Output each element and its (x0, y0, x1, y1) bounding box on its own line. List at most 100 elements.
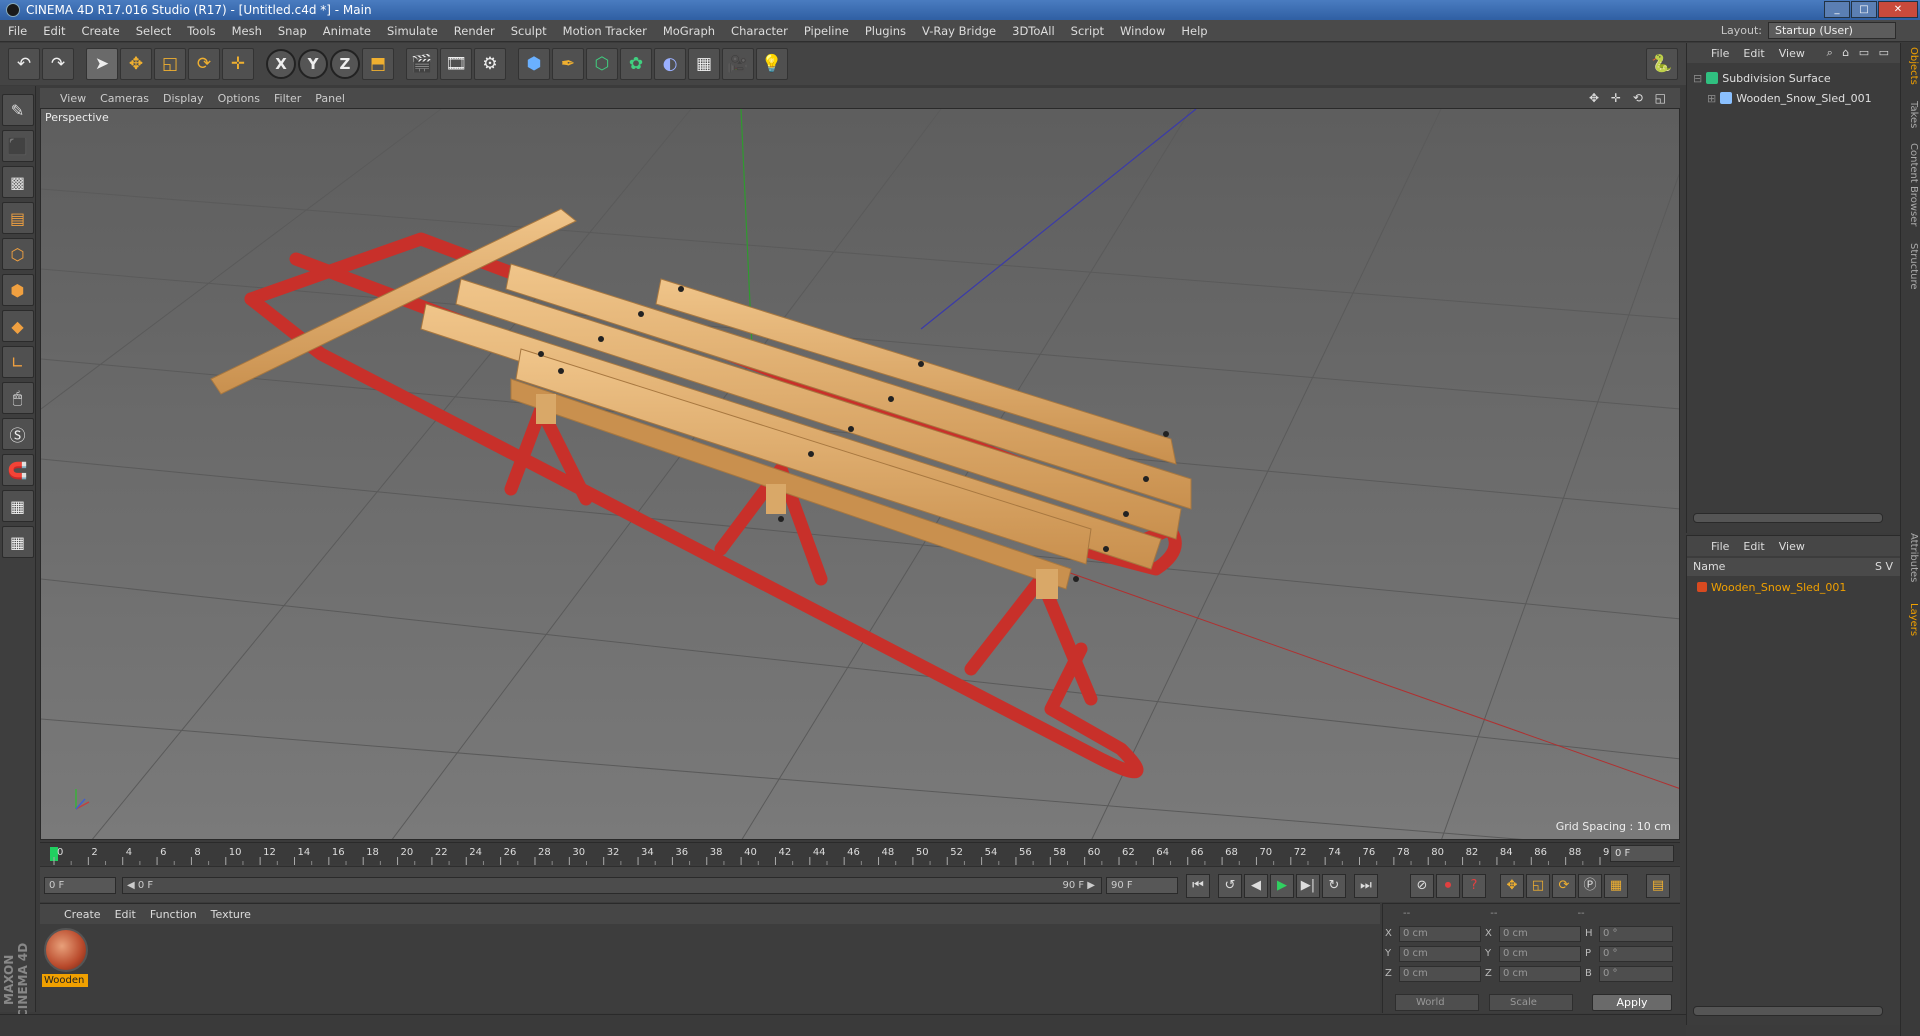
workplane-lock-icon[interactable]: ▦ (1, 490, 34, 522)
object-name[interactable]: Subdivision Surface (1722, 72, 1830, 85)
rotate-tool-icon[interactable]: ⟳ (188, 48, 220, 80)
start-frame-field[interactable]: 0 F (44, 877, 116, 894)
object-item-subdivision[interactable]: ⊟ Subdivision Surface (1693, 69, 1831, 87)
transform-tool-icon[interactable]: ✛ (222, 48, 254, 80)
menu-create[interactable]: Create (74, 24, 128, 38)
layers-scrollbar[interactable] (1693, 1006, 1883, 1016)
perspective-viewport[interactable]: Perspective Grid Spacing : 10 cm (40, 108, 1680, 840)
vp-menu-view[interactable]: View (60, 92, 86, 105)
y-axis-lock-icon[interactable]: Y (298, 49, 328, 79)
key-position-icon[interactable]: ✥ (1500, 874, 1524, 898)
menu-3dtoall[interactable]: 3DToAll (1004, 24, 1063, 38)
snap-magnet-icon[interactable]: 🧲 (1, 454, 34, 486)
model-mode-icon[interactable]: ⬛ (1, 130, 34, 162)
menu-help[interactable]: Help (1173, 24, 1215, 38)
autokey-icon[interactable]: ? (1462, 874, 1486, 898)
vp-menu-options[interactable]: Options (218, 92, 260, 105)
size-mode-select[interactable]: Scale (1489, 994, 1573, 1011)
mat-menu-texture[interactable]: Texture (211, 908, 251, 921)
select-arrow-icon[interactable]: ➤ (86, 48, 118, 80)
workplane-mode-icon[interactable]: ▤ (1, 202, 34, 234)
menu-character[interactable]: Character (723, 24, 796, 38)
menu-mograph[interactable]: MoGraph (655, 24, 723, 38)
record-active-icon[interactable]: ⏺ (1436, 874, 1460, 898)
z-axis-lock-icon[interactable]: Z (330, 49, 360, 79)
move-tool-icon[interactable]: ✥ (120, 48, 152, 80)
play-icon[interactable]: ▶ (1270, 874, 1294, 898)
tab-takes[interactable]: Takes (1903, 101, 1919, 128)
obj-menu-file[interactable]: File (1711, 47, 1729, 60)
scale-tool-icon[interactable]: ◱ (154, 48, 186, 80)
vp-menu-filter[interactable]: Filter (274, 92, 301, 105)
vp-menu-panel[interactable]: Panel (315, 92, 345, 105)
material-swatch[interactable] (44, 928, 88, 972)
layer-menu-file[interactable]: File (1711, 540, 1729, 553)
solo-mode-icon[interactable]: Ⓢ (1, 418, 34, 450)
position-y-field[interactable]: 0 cm (1399, 946, 1481, 962)
size-z-field[interactable]: 0 cm (1499, 966, 1581, 982)
render-picture-viewer-icon[interactable]: 🎞 (440, 48, 472, 80)
go-to-end-icon[interactable]: ⏭ (1354, 874, 1378, 898)
menu-edit[interactable]: Edit (35, 24, 73, 38)
mat-menu-function[interactable]: Function (150, 908, 197, 921)
next-key-icon[interactable]: ↻ (1322, 874, 1346, 898)
points-mode-icon[interactable]: ⬡ (1, 238, 34, 270)
menu-snap[interactable]: Snap (270, 24, 315, 38)
go-to-start-icon[interactable]: ⏮ (1186, 874, 1210, 898)
material-name-label[interactable]: Wooden (42, 974, 88, 987)
viewport-nav-icons[interactable]: ✥ ✛ ⟲ ◱ (1589, 91, 1670, 105)
objects-search-home-icons[interactable]: ⌕ ⌂ ▭ ▭ (1827, 46, 1892, 60)
object-item-sled[interactable]: ⊞ Wooden_Snow_Sled_001 (1707, 89, 1872, 107)
camera-icon[interactable]: 🎥 (722, 48, 754, 80)
minimize-button[interactable]: _ (1824, 1, 1850, 18)
menu-pipeline[interactable]: Pipeline (796, 24, 857, 38)
key-scale-icon[interactable]: ◱ (1526, 874, 1550, 898)
menu-script[interactable]: Script (1063, 24, 1112, 38)
tab-layers[interactable]: Layers (1903, 603, 1919, 636)
menu-window[interactable]: Window (1112, 24, 1173, 38)
key-pla-icon[interactable]: ▦ (1604, 874, 1628, 898)
rotation-p-field[interactable]: 0 ° (1599, 946, 1673, 962)
position-x-field[interactable]: 0 cm (1399, 926, 1481, 942)
coordinate-system-icon[interactable]: ⬒ (362, 48, 394, 80)
menu-sculpt[interactable]: Sculpt (503, 24, 555, 38)
tab-content-browser[interactable]: Content Browser (1903, 143, 1919, 226)
layout-select[interactable]: Startup (User) (1768, 22, 1896, 39)
axis-mode-icon[interactable]: ∟ (1, 346, 34, 378)
prev-key-icon[interactable]: ↺ (1218, 874, 1242, 898)
menu-mesh[interactable]: Mesh (224, 24, 270, 38)
menu-plugins[interactable]: Plugins (857, 24, 914, 38)
vp-menu-cameras[interactable]: Cameras (100, 92, 149, 105)
cloner-icon[interactable]: ✿ (620, 48, 652, 80)
key-parameter-icon[interactable]: Ⓟ (1578, 874, 1602, 898)
tab-attributes[interactable]: Attributes (1903, 533, 1919, 582)
key-rotation-icon[interactable]: ⟳ (1552, 874, 1576, 898)
rotation-b-field[interactable]: 0 ° (1599, 966, 1673, 982)
rotation-h-field[interactable]: 0 ° (1599, 926, 1673, 942)
objects-scrollbar[interactable] (1693, 513, 1883, 523)
record-disabled-icon[interactable]: ⊘ (1410, 874, 1434, 898)
layer-menu-view[interactable]: View (1779, 540, 1805, 553)
workplane-snap-icon[interactable]: ▦ (1, 526, 34, 558)
undo-icon[interactable]: ↶ (8, 48, 40, 80)
tab-structure[interactable]: Structure (1903, 243, 1919, 290)
tab-objects[interactable]: Objects (1903, 47, 1919, 85)
apply-button[interactable]: Apply (1592, 994, 1672, 1011)
current-frame-field[interactable]: 0 F (1610, 845, 1674, 862)
frame-range-slider[interactable]: ◀ 0 F 90 F ▶ (122, 877, 1102, 894)
edges-mode-icon[interactable]: ⬢ (1, 274, 34, 306)
timeline-ruler[interactable]: 0 2 4 6 8 10 12 14 16 18 20 22 24 26 28 30 32 34 36 38 40 42 4… (40, 842, 1680, 865)
mat-menu-edit[interactable]: Edit (115, 908, 136, 921)
texture-mode-icon[interactable]: ▩ (1, 166, 34, 198)
maximize-button[interactable]: □ (1851, 1, 1877, 18)
menu-file[interactable]: File (0, 24, 35, 38)
vp-menu-display[interactable]: Display (163, 92, 204, 105)
cube-primitive-icon[interactable]: ⬢ (518, 48, 550, 80)
layer-menu-edit[interactable]: Edit (1743, 540, 1764, 553)
menu-vray-bridge[interactable]: V-Ray Bridge (914, 24, 1004, 38)
next-frame-icon[interactable]: ▶| (1296, 874, 1320, 898)
floor-environment-icon[interactable]: ▦ (688, 48, 720, 80)
render-settings-icon[interactable]: ⚙ (474, 48, 506, 80)
polygons-mode-icon[interactable]: ◆ (1, 310, 34, 342)
size-y-field[interactable]: 0 cm (1499, 946, 1581, 962)
